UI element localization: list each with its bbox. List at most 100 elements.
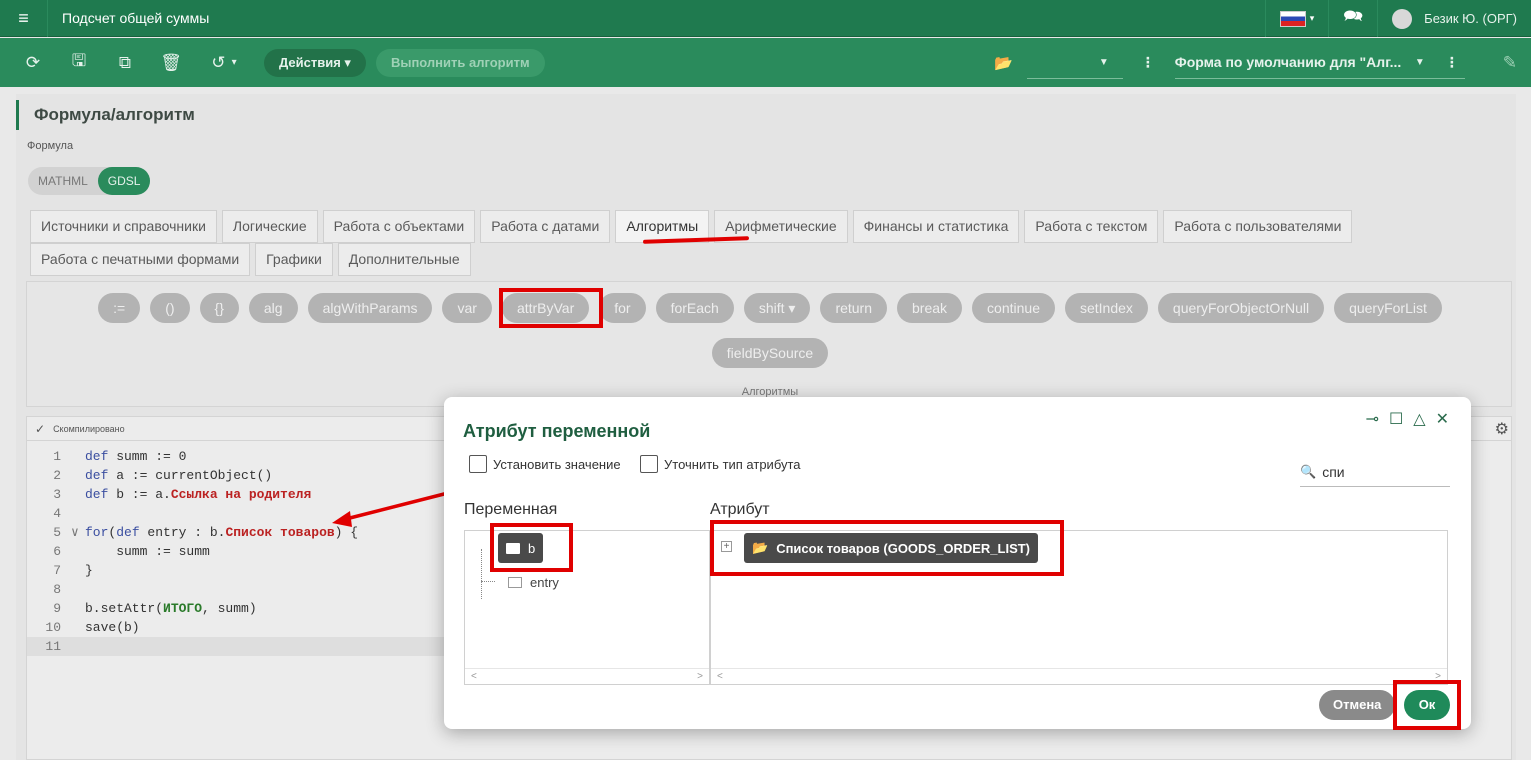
toggle-mathml[interactable]: MATHML [28, 174, 98, 188]
function-button-14[interactable]: queryForObjectOrNull [1157, 293, 1325, 323]
horizontal-scrollbar[interactable]: < > [711, 668, 1447, 684]
function-button-8[interactable]: forEach [655, 293, 734, 323]
attribute-column-label: Атрибут [710, 501, 770, 518]
tab-7[interactable]: Работа с текстом [1024, 210, 1159, 243]
var-b-highlight [490, 523, 573, 572]
code-token: def [85, 487, 109, 502]
code-token: Ссылка на родителя [170, 487, 312, 502]
avatar [1392, 8, 1413, 29]
functions-panel: :=(){} alg algWithParams var attrByVar for for… [26, 281, 1512, 407]
tab-0[interactable]: Источники и справочники [30, 210, 217, 243]
code-token: for [85, 525, 109, 540]
line-number: 10 [45, 620, 61, 635]
tree-node-entry[interactable]: entry [508, 575, 559, 590]
code-token: save(b) [85, 620, 140, 635]
tab-1[interactable]: Логические [221, 210, 318, 243]
function-button-3[interactable]: alg [248, 293, 298, 323]
code-token: ИТОГО [163, 601, 203, 616]
attrbyvar-highlight [499, 288, 603, 328]
tab-2[interactable]: Работа с объектами [322, 210, 476, 243]
edit-icon[interactable]: ✎ [1469, 53, 1531, 73]
line-number: 2 [53, 468, 61, 483]
run-algorithm-button[interactable]: Выполнить алгоритм [375, 48, 545, 77]
code-token: b.setAttr( [85, 601, 164, 616]
checkbox-box[interactable] [640, 455, 658, 473]
menu-icon[interactable]: ≡ [0, 0, 48, 37]
function-button-5[interactable]: var [442, 293, 492, 323]
chat-icon[interactable]: 🗪 [1328, 0, 1377, 37]
tab-6[interactable]: Финансы и статистика [852, 210, 1020, 243]
code-line: 8 [27, 580, 447, 599]
collapse-icon[interactable]: △ [1413, 409, 1425, 429]
compile-status: Скомпилировано [53, 423, 125, 434]
code-line: 7} [27, 561, 447, 580]
check-icon: ✓ [35, 421, 46, 436]
code-text: save(b) [85, 620, 140, 635]
arrow-annotation [332, 491, 449, 527]
code-token: def [85, 468, 109, 483]
save-icon[interactable]: 🖫 [56, 38, 102, 87]
user-menu[interactable]: Безик Ю. (ОРГ) [1377, 0, 1531, 37]
code-token: Список товаров [225, 525, 335, 540]
function-button-11[interactable]: break [897, 293, 963, 323]
function-button-15[interactable]: queryForList [1334, 293, 1442, 323]
gear-icon[interactable]: ⚙ [1495, 419, 1509, 439]
folder-select[interactable]: ▼ [1026, 47, 1123, 79]
function-button-4[interactable]: algWithParams [307, 293, 433, 323]
refresh-icon[interactable]: ⟳ [10, 38, 56, 87]
trash-icon[interactable]: 🗑 [148, 38, 194, 87]
tab-row2-2[interactable]: Дополнительные [337, 243, 471, 276]
search-icon: 🔍 [1300, 463, 1317, 479]
horizontal-scrollbar[interactable]: < > [465, 668, 709, 684]
code-token: } [85, 563, 93, 578]
function-button-13[interactable]: setIndex [1064, 293, 1148, 323]
line-number: 4 [53, 506, 61, 521]
line-number: 6 [53, 544, 61, 559]
section-title: Формула/алгоритм [16, 100, 195, 130]
app-topbar: ≡ Подсчет общей суммы ▾ 🗪 Безик Ю. (ОРГ) [0, 0, 1531, 37]
pin-icon[interactable]: ⊸ [1366, 409, 1379, 429]
refine-type-checkbox[interactable]: Уточнить тип атрибута [640, 455, 801, 473]
tab-row2-0[interactable]: Работа с печатными формами [30, 243, 251, 276]
close-icon[interactable]: ✕ [1436, 409, 1449, 429]
copy-icon[interactable]: ⧉ [102, 38, 148, 87]
code-text: for(def entry : b.Список товаров) { [85, 525, 358, 540]
search-input[interactable] [1322, 463, 1443, 480]
function-button-2[interactable]: {} [199, 293, 239, 323]
page-title: Подсчет общей суммы [62, 10, 210, 26]
tab-row2-1[interactable]: Графики [255, 243, 333, 276]
more-vert-icon[interactable]: ⋮ [1131, 54, 1165, 71]
function-button-7[interactable]: for [599, 293, 646, 323]
fold-chevron-icon[interactable]: ∨ [71, 525, 85, 540]
code-text: def b := a.Ссылка на родителя [85, 487, 311, 502]
code-token: summ := 0 [108, 449, 187, 464]
function-button-0[interactable]: := [98, 293, 141, 323]
language-selector[interactable]: ▾ [1264, 0, 1329, 37]
toggle-gdsl[interactable]: GDSL [97, 167, 151, 195]
line-number: 9 [53, 601, 61, 616]
search-field[interactable]: 🔍 [1300, 457, 1450, 487]
function-button-9[interactable]: shift ▾ [743, 293, 811, 323]
history-icon[interactable]: ↺ ▾ [194, 38, 254, 87]
tab-3[interactable]: Работа с датами [480, 210, 611, 243]
code-line: 11 [27, 637, 447, 656]
form-select[interactable]: Форма по умолчанию для "Алг... ▼ [1174, 47, 1465, 79]
chevron-down-icon: ▼ [1414, 56, 1425, 68]
cancel-button[interactable]: Отмена [1319, 690, 1396, 720]
actions-button[interactable]: Действия ▾ [264, 48, 366, 77]
folder-open-icon[interactable]: 📂 [988, 54, 1019, 72]
code-line: 10 save(b) [27, 618, 447, 637]
function-button-12[interactable]: continue [972, 293, 1055, 323]
set-value-checkbox[interactable]: Установить значение [469, 455, 621, 473]
line-number: 8 [53, 582, 61, 597]
function-button-10[interactable]: return [820, 293, 888, 323]
function-button-fieldbysource[interactable]: fieldBySource [711, 338, 829, 368]
checkbox-box[interactable] [469, 455, 487, 473]
tab-8[interactable]: Работа с пользователями [1163, 210, 1353, 243]
function-button-1[interactable]: () [150, 293, 190, 323]
maximize-icon[interactable]: ☐ [1389, 409, 1403, 429]
attribute-highlight [710, 520, 1064, 576]
code-text: } [85, 563, 93, 578]
format-toggle[interactable]: MATHML GDSL [28, 167, 151, 195]
code-token: , summ) [202, 601, 257, 616]
